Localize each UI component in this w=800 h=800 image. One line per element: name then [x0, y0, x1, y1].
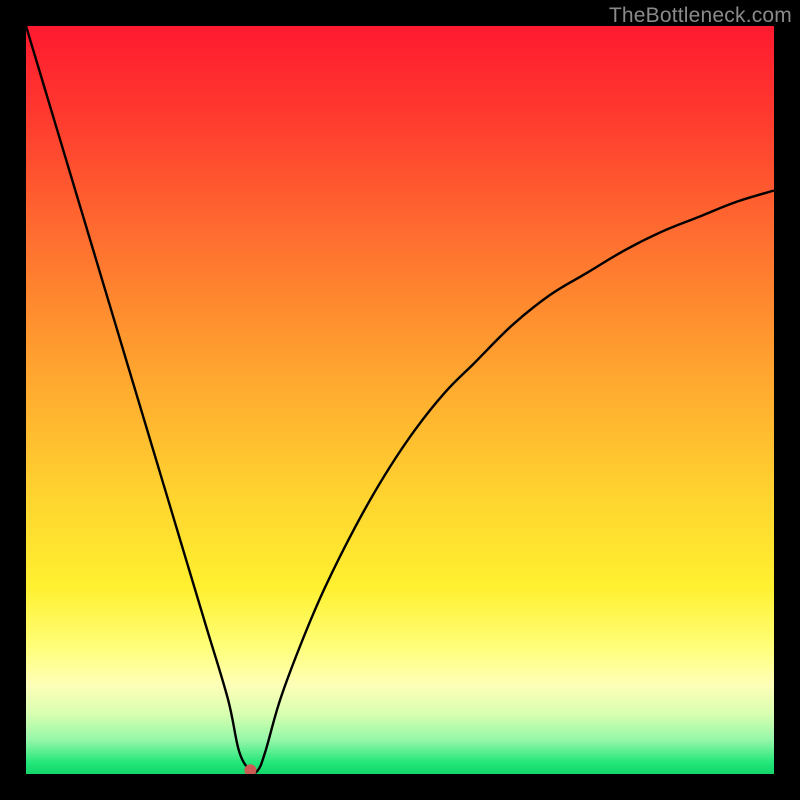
background-gradient	[26, 26, 774, 774]
chart-frame	[26, 26, 774, 774]
watermark-text: TheBottleneck.com	[609, 4, 792, 28]
